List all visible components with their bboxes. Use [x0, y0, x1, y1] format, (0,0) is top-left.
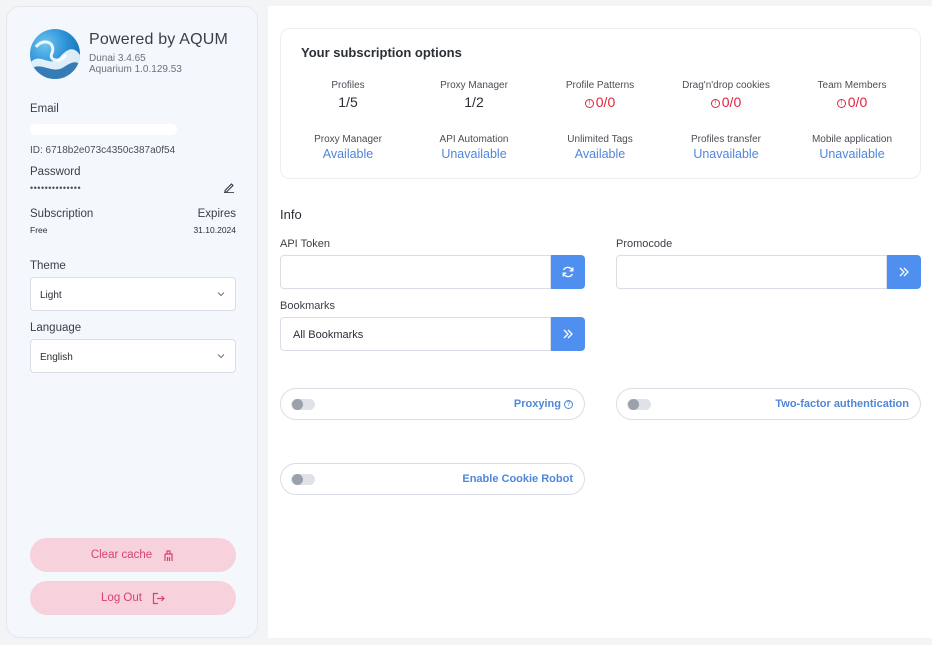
subscription-label: Subscription: [30, 208, 94, 220]
help-icon[interactable]: ?: [564, 400, 573, 409]
promocode-label: Promocode: [616, 238, 673, 250]
proxying-switch[interactable]: [291, 399, 315, 410]
expires-label: Expires: [197, 208, 236, 220]
log-out-label: Log Out: [101, 592, 142, 604]
open-bookmarks-button[interactable]: [551, 317, 585, 351]
option-mobile-application: Mobile application Unavailable: [789, 134, 915, 161]
theme-selected-value: Light: [40, 290, 62, 301]
clear-cache-button[interactable]: Clear cache: [30, 538, 236, 572]
clear-cache-label: Clear cache: [90, 549, 153, 561]
option-value: Unavailable: [441, 147, 507, 161]
refresh-icon: [562, 266, 574, 278]
warning-icon: !: [710, 99, 720, 108]
option-profiles: Profiles 1/5: [285, 80, 411, 110]
aqum-logo-icon: [30, 29, 80, 79]
version-aquarium: Aquarium 1.0.129.53: [89, 64, 182, 75]
option-proxy-manager-count: Proxy Manager 1/2: [411, 80, 537, 110]
option-profiles-transfer: Profiles transfer Unavailable: [663, 134, 789, 161]
option-profile-patterns: Profile Patterns ! 0/0: [537, 80, 663, 110]
warning-icon: !: [584, 99, 594, 108]
broom-icon: [164, 549, 173, 561]
theme-label: Theme: [30, 260, 66, 272]
email-value-redacted: [30, 124, 177, 135]
double-chevron-right-icon: [563, 329, 573, 339]
option-value: 1/2: [464, 94, 484, 110]
option-label: Profile Patterns: [565, 80, 635, 91]
logout-icon: [152, 592, 165, 604]
option-dragdrop-cookies: Drag'n'drop cookies ! 0/0: [663, 80, 789, 110]
language-selected-value: English: [40, 352, 73, 363]
option-value: Unavailable: [693, 147, 759, 161]
refresh-token-button[interactable]: [551, 255, 585, 289]
proxying-toggle-row[interactable]: Proxying?: [280, 388, 585, 420]
log-out-button[interactable]: Log Out: [30, 581, 236, 615]
account-id: ID: 6718b2e073c4350c387a0f54: [30, 145, 176, 156]
promocode-input[interactable]: [616, 255, 887, 289]
option-value: 0/0: [595, 94, 616, 110]
option-value: Available: [574, 147, 626, 161]
expires-value: 31.10.2024: [193, 225, 236, 235]
cookie-robot-label: Enable Cookie Robot: [462, 473, 573, 485]
bookmarks-label: Bookmarks: [280, 300, 336, 312]
cookie-robot-toggle-row[interactable]: Enable Cookie Robot: [280, 463, 585, 495]
chevron-down-icon: [217, 292, 225, 297]
option-value: 1/5: [338, 94, 358, 110]
double-chevron-right-icon: [899, 267, 909, 277]
info-title: Info: [280, 207, 302, 222]
language-label: Language: [30, 322, 82, 334]
subscription-title: Your subscription options: [301, 45, 462, 60]
cookie-robot-switch[interactable]: [291, 474, 315, 485]
api-token-label: API Token: [280, 238, 330, 250]
option-label: Mobile application: [811, 134, 893, 145]
two-factor-switch[interactable]: [627, 399, 651, 410]
password-value: ••••••••••••••: [30, 183, 82, 193]
option-value: Available: [322, 147, 374, 161]
bookmarks-select[interactable]: All Bookmarks: [280, 317, 551, 351]
proxying-label: Proxying: [513, 398, 561, 410]
option-label: Profiles transfer: [690, 134, 762, 145]
option-unlimited-tags: Unlimited Tags Available: [537, 134, 663, 161]
option-label: Profiles: [331, 80, 365, 91]
option-proxy-manager: Proxy Manager Available: [285, 134, 411, 161]
main-panel: Your subscription options Profiles 1/5 P…: [268, 6, 932, 638]
option-label: Proxy Manager: [314, 134, 382, 145]
email-label: Email: [30, 103, 59, 115]
sidebar: Powered by AQUM Dunai 3.4.65 Aquarium 1.…: [6, 6, 258, 638]
warning-icon: !: [836, 99, 846, 108]
option-label: API Automation: [439, 134, 509, 145]
chevron-down-icon: [217, 354, 225, 359]
option-label: Drag'n'drop cookies: [682, 80, 770, 91]
language-select[interactable]: English: [30, 339, 236, 373]
edit-password-icon[interactable]: [223, 181, 235, 193]
two-factor-label: Two-factor authentication: [775, 398, 909, 410]
powered-by-title: Powered by AQUM: [89, 31, 229, 48]
option-api-automation: API Automation Unavailable: [411, 134, 537, 161]
password-label: Password: [30, 166, 81, 178]
option-label: Team Members: [817, 80, 887, 91]
option-label: Unlimited Tags: [567, 134, 633, 145]
subscription-value: Free: [30, 225, 48, 235]
option-value: Unavailable: [819, 147, 885, 161]
two-factor-toggle-row[interactable]: Two-factor authentication: [616, 388, 921, 420]
option-team-members: Team Members ! 0/0: [789, 80, 915, 110]
api-token-input[interactable]: [280, 255, 551, 289]
option-value: 0/0: [847, 94, 868, 110]
apply-promocode-button[interactable]: [887, 255, 921, 289]
option-value: 0/0: [721, 94, 742, 110]
version-dunai: Dunai 3.4.65: [89, 53, 146, 64]
theme-select[interactable]: Light: [30, 277, 236, 311]
subscription-card: Your subscription options Profiles 1/5 P…: [280, 28, 921, 179]
option-label: Proxy Manager: [440, 80, 508, 91]
